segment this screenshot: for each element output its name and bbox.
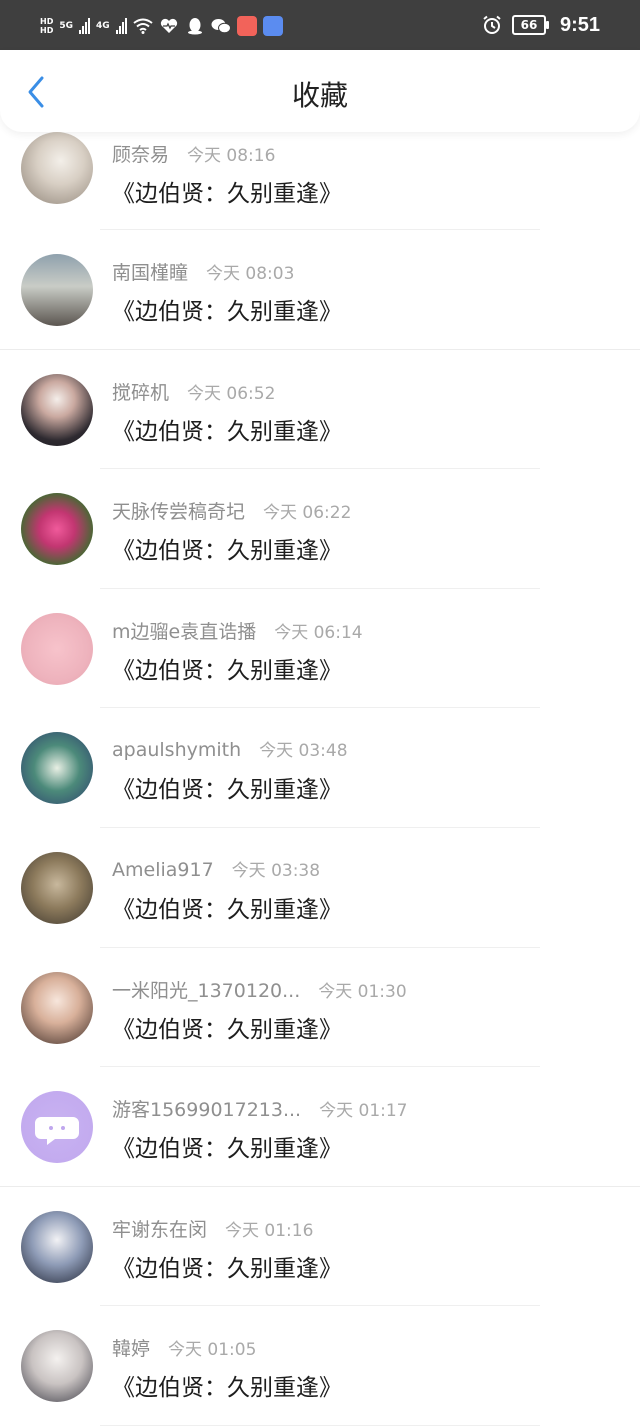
work-title[interactable]: 《边伯贤：久别重逢》 bbox=[112, 1129, 342, 1163]
item-meta: 游客15699017213... 今天 01:17 bbox=[112, 1095, 408, 1122]
work-title[interactable]: 《边伯贤：久别重逢》 bbox=[112, 412, 342, 446]
item-timestamp: 今天 08:16 bbox=[187, 146, 276, 166]
mail-app-icon bbox=[236, 16, 257, 36]
user-name[interactable]: 游客15699017213... bbox=[112, 1095, 301, 1122]
work-title[interactable]: 《边伯贤：久别重逢》 bbox=[112, 531, 342, 565]
alarm-icon bbox=[482, 15, 502, 35]
signal-bars-2-icon bbox=[115, 18, 127, 34]
user-avatar[interactable] bbox=[21, 1091, 93, 1164]
item-timestamp: 今天 06:52 bbox=[187, 383, 276, 404]
hd-indicator: HD HD bbox=[40, 17, 53, 35]
item-meta: 韓婷 今天 01:05 bbox=[112, 1334, 256, 1361]
item-meta: 顾奈易 今天 08:16 bbox=[112, 140, 275, 167]
work-title[interactable]: 《边伯贤：久别重逢》 bbox=[112, 1368, 342, 1402]
work-title[interactable]: 《边伯贤：久别重逢》 bbox=[112, 1249, 342, 1283]
user-avatar[interactable] bbox=[21, 1330, 93, 1403]
page-title: 收藏 bbox=[291, 79, 348, 112]
user-name[interactable]: 韓婷 bbox=[112, 1334, 150, 1361]
favorite-list-item[interactable]: 顾奈易 今天 08:16 《边伯贤：久别重逢》 bbox=[0, 132, 640, 230]
user-avatar[interactable] bbox=[21, 971, 93, 1044]
user-name[interactable]: Amelia917 bbox=[112, 859, 214, 881]
battery-icon: 66 bbox=[511, 15, 549, 35]
user-avatar[interactable] bbox=[21, 132, 93, 204]
user-avatar[interactable] bbox=[21, 1210, 93, 1283]
favorite-list-item[interactable]: 韓婷 今天 01:05 《边伯贤：久别重逢》 bbox=[0, 1306, 640, 1426]
work-title[interactable]: 《边伯贤：久别重逢》 bbox=[112, 770, 342, 804]
user-name[interactable]: 南国槿瞳 bbox=[112, 258, 188, 285]
hd-bottom-label: HD bbox=[40, 26, 54, 35]
network-4g-label: 4G bbox=[96, 21, 110, 31]
navigation-bar: 收藏 bbox=[0, 50, 640, 132]
user-name[interactable]: 天脉传尝稿奇圮 bbox=[112, 497, 245, 524]
user-avatar[interactable] bbox=[21, 851, 93, 924]
favorite-list-item[interactable]: Amelia917 今天 03:38 《边伯贤：久别重逢》 bbox=[0, 828, 640, 948]
favorites-list: 顾奈易 今天 08:16 《边伯贤：久别重逢》 南国槿瞳 今天 08:03 《边伯贤：久别… bbox=[0, 132, 640, 1426]
item-meta: m边骝e袁直诰播 今天 06:14 bbox=[112, 617, 363, 644]
work-title[interactable]: 《边伯贤：久别重逢》 bbox=[112, 651, 342, 685]
item-timestamp: 今天 01:05 bbox=[168, 1340, 257, 1361]
qq-icon bbox=[185, 16, 205, 36]
status-right: 66 9:51 bbox=[482, 12, 600, 38]
item-meta: 搅碎机 今天 06:52 bbox=[112, 378, 275, 405]
item-timestamp: 今天 01:17 bbox=[319, 1101, 408, 1122]
signal-bars-icon bbox=[79, 18, 90, 34]
work-title[interactable]: 《边伯贤：久别重逢》 bbox=[112, 174, 342, 208]
health-heart-icon bbox=[159, 16, 179, 36]
network-5g-label: 5G bbox=[59, 21, 73, 31]
user-avatar[interactable] bbox=[21, 373, 93, 446]
work-title[interactable]: 《边伯贤：久别重逢》 bbox=[112, 1010, 342, 1044]
item-meta: 南国槿瞳 今天 08:03 bbox=[112, 258, 294, 285]
user-name[interactable]: 牢谢东在闵 bbox=[112, 1215, 207, 1242]
work-title[interactable]: 《边伯贤：久别重逢》 bbox=[112, 292, 342, 326]
user-name[interactable]: 搅碎机 bbox=[112, 378, 169, 405]
user-avatar[interactable] bbox=[21, 732, 93, 805]
user-name[interactable]: 一米阳光_1370120... bbox=[112, 976, 300, 1003]
status-bar: HD HD 5G 4G 66 9:51 bbox=[0, 0, 640, 50]
favorite-list-item[interactable]: 搅碎机 今天 06:52 《边伯贤：久别重逢》 bbox=[0, 350, 640, 470]
item-timestamp: 今天 03:38 bbox=[231, 860, 321, 881]
favorite-list-item[interactable]: 一米阳光_1370120... 今天 01:30 《边伯贤：久别重逢》 bbox=[0, 948, 640, 1068]
favorite-list-item[interactable]: m边骝e袁直诰播 今天 06:14 《边伯贤：久别重逢》 bbox=[0, 589, 640, 709]
item-meta: 天脉传尝稿奇圮 今天 06:22 bbox=[112, 497, 351, 524]
favorite-list-item[interactable]: 牢谢东在闵 今天 01:16 《边伯贤：久别重逢》 bbox=[0, 1187, 640, 1307]
item-timestamp: 今天 01:30 bbox=[318, 981, 407, 1002]
clock-time: 9:51 bbox=[559, 13, 600, 36]
user-name[interactable]: m边骝e袁直诰播 bbox=[112, 617, 256, 644]
user-name[interactable]: 顾奈易 bbox=[112, 140, 169, 167]
item-meta: apaulshymith 今天 03:48 bbox=[112, 736, 348, 761]
user-avatar[interactable] bbox=[21, 254, 93, 326]
favorite-list-item[interactable]: apaulshymith 今天 03:48 《边伯贤：久别重逢》 bbox=[0, 708, 640, 828]
work-title[interactable]: 《边伯贤：久别重逢》 bbox=[112, 890, 342, 924]
item-timestamp: 今天 06:14 bbox=[274, 622, 363, 643]
user-avatar[interactable] bbox=[21, 612, 93, 685]
battery-level: 66 bbox=[520, 18, 538, 32]
favorite-list-item[interactable]: 南国槿瞳 今天 08:03 《边伯贤：久别重逢》 bbox=[0, 230, 640, 350]
item-meta: 牢谢东在闵 今天 01:16 bbox=[112, 1215, 313, 1242]
item-timestamp: 今天 03:48 bbox=[259, 741, 348, 762]
user-name[interactable]: apaulshymith bbox=[112, 739, 241, 761]
item-timestamp: 今天 06:22 bbox=[263, 503, 352, 524]
music-app-icon bbox=[262, 16, 283, 36]
item-timestamp: 今天 01:16 bbox=[225, 1220, 314, 1241]
wifi-icon bbox=[133, 16, 153, 36]
user-avatar[interactable] bbox=[21, 493, 93, 566]
wechat-icon bbox=[211, 16, 231, 36]
favorite-list-item[interactable]: 天脉传尝稿奇圮 今天 06:22 《边伯贤：久别重逢》 bbox=[0, 469, 640, 589]
hd-top-label: HD bbox=[40, 17, 54, 26]
item-meta: 一米阳光_1370120... 今天 01:30 bbox=[112, 976, 407, 1003]
favorite-list-item[interactable]: 游客15699017213... 今天 01:17 《边伯贤：久别重逢》 bbox=[0, 1067, 640, 1187]
status-left: HD HD 5G 4G bbox=[40, 14, 283, 38]
item-meta: Amelia917 今天 03:38 bbox=[112, 856, 320, 881]
item-timestamp: 今天 08:03 bbox=[206, 264, 295, 284]
